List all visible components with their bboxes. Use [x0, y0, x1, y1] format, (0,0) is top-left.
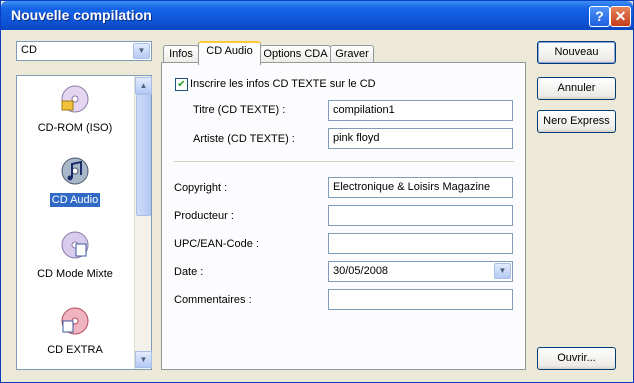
cd-text-checkbox[interactable]: ✔: [175, 78, 188, 91]
scroll-up-button[interactable]: ▲: [135, 77, 152, 94]
comments-field[interactable]: [328, 289, 513, 310]
title-label: Titre (CD TEXTE) :: [193, 104, 286, 116]
artist-value: pink floyd: [333, 132, 380, 144]
window-title: Nouvelle compilation: [11, 7, 152, 23]
date-label: Date :: [174, 266, 204, 278]
tab-cd-audio[interactable]: CD Audio: [198, 41, 261, 65]
close-button[interactable]: ✕: [610, 6, 631, 27]
copyright-field[interactable]: Electronique & Loisirs Magazine: [328, 177, 513, 198]
open-button[interactable]: Ouvrir...: [537, 347, 616, 370]
tab-label: Infos: [169, 48, 193, 60]
open-button-label: Ouvrir...: [557, 352, 596, 364]
cancel-button-label: Annuler: [557, 82, 596, 94]
title-value: compilation1: [333, 104, 395, 116]
cd-audio-icon: [61, 157, 89, 185]
copyright-value: Electronique & Loisirs Magazine: [333, 181, 491, 193]
title-bar[interactable]: Nouvelle compilation ? ✕: [1, 1, 633, 30]
tab-label: CD Audio: [206, 45, 253, 57]
nero-express-button-label: Nero Express: [543, 115, 610, 127]
list-item-cd-audio[interactable]: CD Audio: [17, 156, 133, 207]
disc-type-select[interactable]: CD ▼: [16, 41, 152, 61]
help-icon: ?: [595, 8, 604, 24]
new-button-label: Nouveau: [554, 46, 599, 58]
date-value: 30/05/2008: [333, 265, 389, 277]
producer-field[interactable]: [328, 205, 513, 226]
chevron-down-icon[interactable]: ▼: [494, 263, 511, 279]
tab-graver[interactable]: Graver: [330, 45, 374, 63]
date-picker[interactable]: 30/05/2008 ▼: [328, 261, 513, 282]
upc-label: UPC/EAN-Code :: [174, 238, 259, 250]
title-field[interactable]: compilation1: [328, 100, 513, 121]
cd-rom-icon: [61, 85, 89, 113]
project-type-list[interactable]: CD-ROM (ISO) CD Audio CD Mode Mixte CD E…: [16, 75, 152, 370]
tab-label: Graver: [335, 48, 369, 60]
scroll-down-button[interactable]: ▼: [135, 351, 152, 368]
new-button[interactable]: Nouveau: [537, 41, 616, 64]
chevron-down-icon[interactable]: ▼: [133, 43, 150, 59]
list-item-cd-extra[interactable]: CD EXTRA: [17, 306, 133, 357]
tab-options-cda[interactable]: Options CDA: [260, 45, 331, 63]
list-item-label: CD Mode Mixte: [37, 268, 113, 280]
list-item-label: CD EXTRA: [47, 344, 103, 356]
producer-label: Producteur :: [174, 210, 234, 222]
cancel-button[interactable]: Annuler: [537, 77, 616, 100]
disc-type-value: CD: [21, 44, 37, 56]
tab-infos[interactable]: Infos: [163, 45, 199, 63]
section-divider: [174, 161, 514, 162]
help-button[interactable]: ?: [589, 6, 610, 27]
dialog-window: Nouvelle compilation ? ✕ CD ▼ CD-ROM (IS…: [0, 0, 634, 383]
cd-text-checkbox-label: Inscrire les infos CD TEXTE sur le CD: [190, 78, 376, 90]
tab-label: Options CDA: [263, 48, 328, 60]
comments-label: Commentaires :: [174, 294, 252, 306]
list-item-cd-mixed-mode[interactable]: CD Mode Mixte: [17, 230, 133, 281]
close-icon: ✕: [614, 8, 627, 24]
list-scrollbar[interactable]: ▲ ▼: [134, 76, 152, 369]
list-item-cd-rom[interactable]: CD-ROM (ISO): [17, 84, 133, 135]
cd-audio-panel: ✔ Inscrire les infos CD TEXTE sur le CD …: [161, 62, 526, 370]
copyright-label: Copyright :: [174, 182, 228, 194]
list-item-label: CD-ROM (ISO): [37, 122, 113, 134]
artist-field[interactable]: pink floyd: [328, 128, 513, 149]
scroll-thumb[interactable]: [136, 94, 151, 216]
upc-field[interactable]: [328, 233, 513, 254]
artist-label: Artiste (CD TEXTE) :: [193, 133, 295, 145]
nero-express-button[interactable]: Nero Express: [537, 110, 616, 133]
cd-extra-icon: [61, 307, 89, 335]
list-item-label: CD Audio: [49, 193, 101, 207]
cd-mixed-mode-icon: [61, 231, 89, 259]
